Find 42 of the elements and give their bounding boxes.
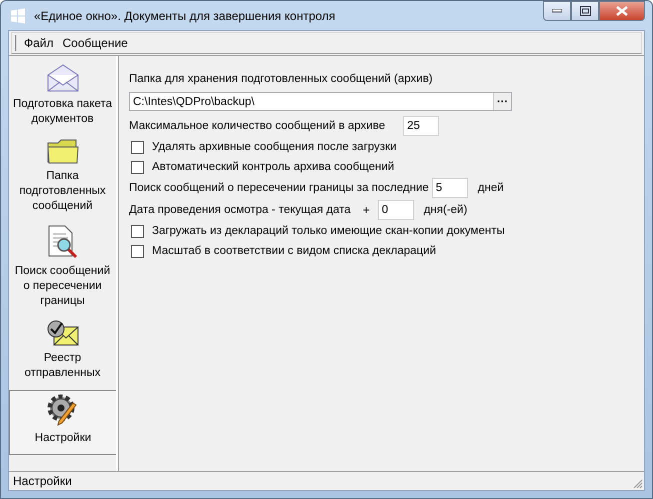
folder-path-field[interactable]: C:\Intes\QDPro\backup\ ··· — [129, 92, 512, 111]
sidebar-item[interactable]: Подготовка пакета документов — [9, 60, 116, 134]
unit-label: дней — [478, 182, 504, 194]
field-label: Максимальное количество сообщений в архиве — [129, 120, 386, 132]
sidebar-item[interactable]: Папка подготовленных сообщений — [9, 134, 116, 221]
operator-label: + — [362, 203, 370, 217]
checkbox[interactable] — [131, 140, 144, 154]
maximize-button[interactable] — [571, 1, 599, 21]
maximize-icon — [580, 6, 590, 16]
envelope-icon — [46, 63, 80, 93]
menu-item[interactable]: Файл — [24, 36, 54, 50]
number-field[interactable]: 0 — [378, 200, 414, 220]
checkbox[interactable] — [131, 244, 144, 258]
close-button[interactable] — [599, 1, 645, 21]
sidebar-item[interactable]: Настройки — [9, 390, 116, 455]
resize-grip-icon — [632, 478, 643, 489]
field-label: Папка для хранения подготовленных сообщений (архив) — [129, 73, 433, 85]
sidebar-item[interactable]: Поиск сообщений о пересечении границы — [9, 221, 116, 316]
checkbox-label: Автоматический контроль архива сообщений — [152, 161, 394, 173]
number-field[interactable]: 5 — [432, 178, 468, 198]
window-logo-icon — [10, 8, 26, 24]
checkbox-label: Масштаб в соответствии с видом списка деклараций — [152, 245, 436, 257]
field-label: Поиск сообщений о пересечении границы за последние — [129, 182, 429, 194]
field-label: Дата проведения осмотра - текущая дата — [129, 204, 351, 216]
checkbox[interactable] — [131, 160, 144, 174]
minimize-button[interactable] — [543, 1, 571, 21]
minimize-icon — [552, 9, 562, 13]
number-field[interactable]: 25 — [403, 116, 440, 136]
checkbox[interactable] — [131, 224, 144, 238]
path-input[interactable]: C:\Intes\QDPro\backup\ — [130, 96, 493, 108]
folder-icon — [46, 137, 80, 165]
envelope-check-icon — [46, 319, 80, 347]
sidebar-item[interactable]: Реестр отправленных — [9, 316, 116, 388]
unit-label: дня(-ей) — [424, 204, 468, 216]
close-icon — [616, 6, 628, 16]
checkbox-label: Загружать из деклараций только имеющие скан-копии документы — [152, 225, 505, 237]
document-search-icon — [46, 224, 80, 260]
checkbox-label: Удалять архивные сообщения после загрузки — [152, 141, 397, 153]
browse-button[interactable]: ··· — [493, 93, 511, 110]
menu-item[interactable]: Сообщение — [62, 36, 128, 50]
status-text: Настройки — [13, 474, 72, 488]
window-title: «Единое окно». Документы для завершения контроля — [34, 8, 336, 22]
